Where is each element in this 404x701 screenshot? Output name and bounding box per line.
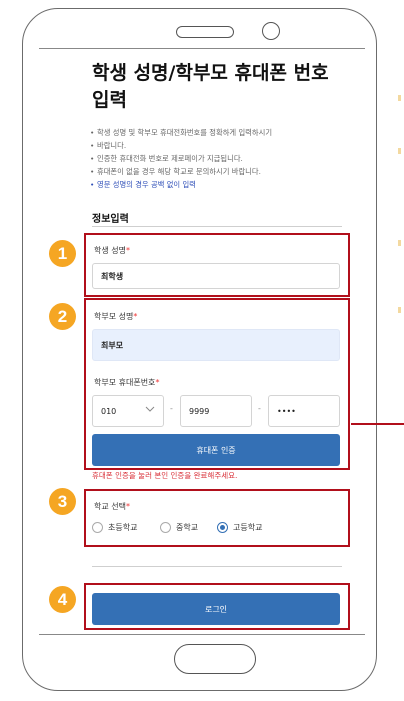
phone-speaker	[176, 26, 234, 38]
step-badge-4: 4	[49, 586, 76, 613]
screen-top-edge	[39, 48, 365, 49]
screen-bottom-edge	[39, 634, 365, 635]
notice-item: 휴대폰이 없을 경우 해당 학교로 문의하시기 바랍니다.	[90, 165, 355, 178]
step-badge-1: 1	[49, 240, 76, 267]
callout-line	[351, 423, 404, 425]
step-badge-3: 3	[49, 488, 76, 515]
highlight-box-2	[84, 298, 350, 470]
notice-item: 인증한 휴대전화 번호로 제로페이가 지급됩니다.	[90, 152, 355, 165]
phone-camera	[262, 22, 280, 40]
notice-item: 학생 성명 및 학부모 휴대전화번호를 정확하게 입력하시기	[90, 126, 355, 139]
divider	[92, 226, 342, 227]
notice-list: 학생 성명 및 학부모 휴대전화번호를 정확하게 입력하시기 바랍니다. 인증한…	[90, 126, 355, 191]
highlight-box-3	[84, 489, 350, 547]
home-button[interactable]	[174, 644, 256, 674]
edge-mark	[398, 95, 401, 101]
verify-error-message: 휴대폰 인증을 눌러 본인 인증을 완료해주세요.	[92, 471, 238, 480]
notice-item-english-name: 영문 성명의 경우 공백 없이 입력	[90, 178, 355, 191]
edge-mark	[398, 240, 401, 246]
highlight-box-4	[84, 583, 350, 630]
divider	[92, 566, 342, 567]
edge-mark	[398, 148, 401, 154]
step-badge-2: 2	[49, 303, 76, 330]
notice-item-continued: 바랍니다.	[90, 139, 355, 152]
edge-mark	[398, 307, 401, 313]
section-title: 정보입력	[92, 214, 129, 225]
highlight-box-1	[84, 233, 350, 297]
page-title: 학생 성명/학부모 휴대폰 번호 입력	[92, 62, 329, 111]
